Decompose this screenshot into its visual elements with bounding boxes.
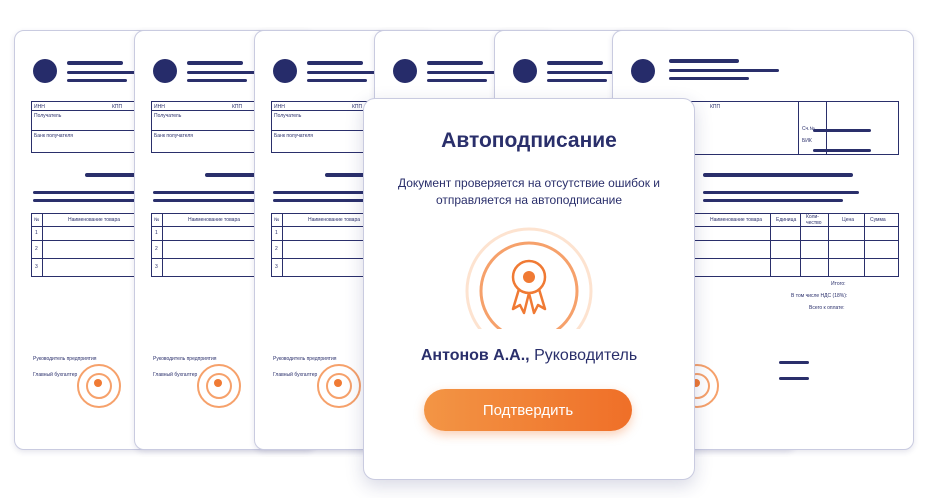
logo-icon	[513, 59, 537, 83]
col-sum: Сумма	[870, 217, 886, 223]
seal-icon	[317, 364, 361, 408]
col-price: Цена	[842, 217, 855, 223]
logo-icon	[33, 59, 57, 83]
to-pay-label: Всего к оплате:	[809, 305, 845, 311]
autosign-dialog: Автоподписание Документ проверяется на о…	[363, 98, 695, 480]
col-unit: Единица	[776, 217, 797, 223]
total-label: Итого:	[831, 281, 846, 287]
col-name: Наименование товара	[68, 217, 121, 223]
director-label: Руководитель предприятия	[33, 356, 97, 362]
dialog-description: Документ проверяется на отсутствие ошибо…	[397, 176, 661, 207]
logo-icon	[631, 59, 655, 83]
logo-icon	[273, 59, 297, 83]
seal-icon	[77, 364, 121, 408]
logo-icon	[153, 59, 177, 83]
logo-icon	[393, 59, 417, 83]
recipient-label: Получатель	[34, 113, 62, 119]
certificate-seal-icon	[461, 223, 597, 329]
seal-icon	[197, 364, 241, 408]
signer-role: Руководитель	[529, 347, 638, 364]
bik-label: БИК	[802, 138, 812, 144]
recipient-bank-label: Банк получателя	[34, 133, 73, 139]
accountant-label: Главный бухгалтер	[33, 372, 78, 378]
col-qty: Коли-чество	[806, 214, 822, 226]
confirm-button[interactable]: Подтвердить	[424, 389, 632, 431]
col-num: №	[34, 217, 40, 223]
signer-name: Антонов А.А.,	[420, 347, 530, 364]
signer-info: Антонов А.А., Руководитель	[364, 347, 694, 365]
vat-label: В том числе НДС (18%):	[791, 293, 848, 299]
dialog-title: Автоподписание	[441, 129, 617, 152]
